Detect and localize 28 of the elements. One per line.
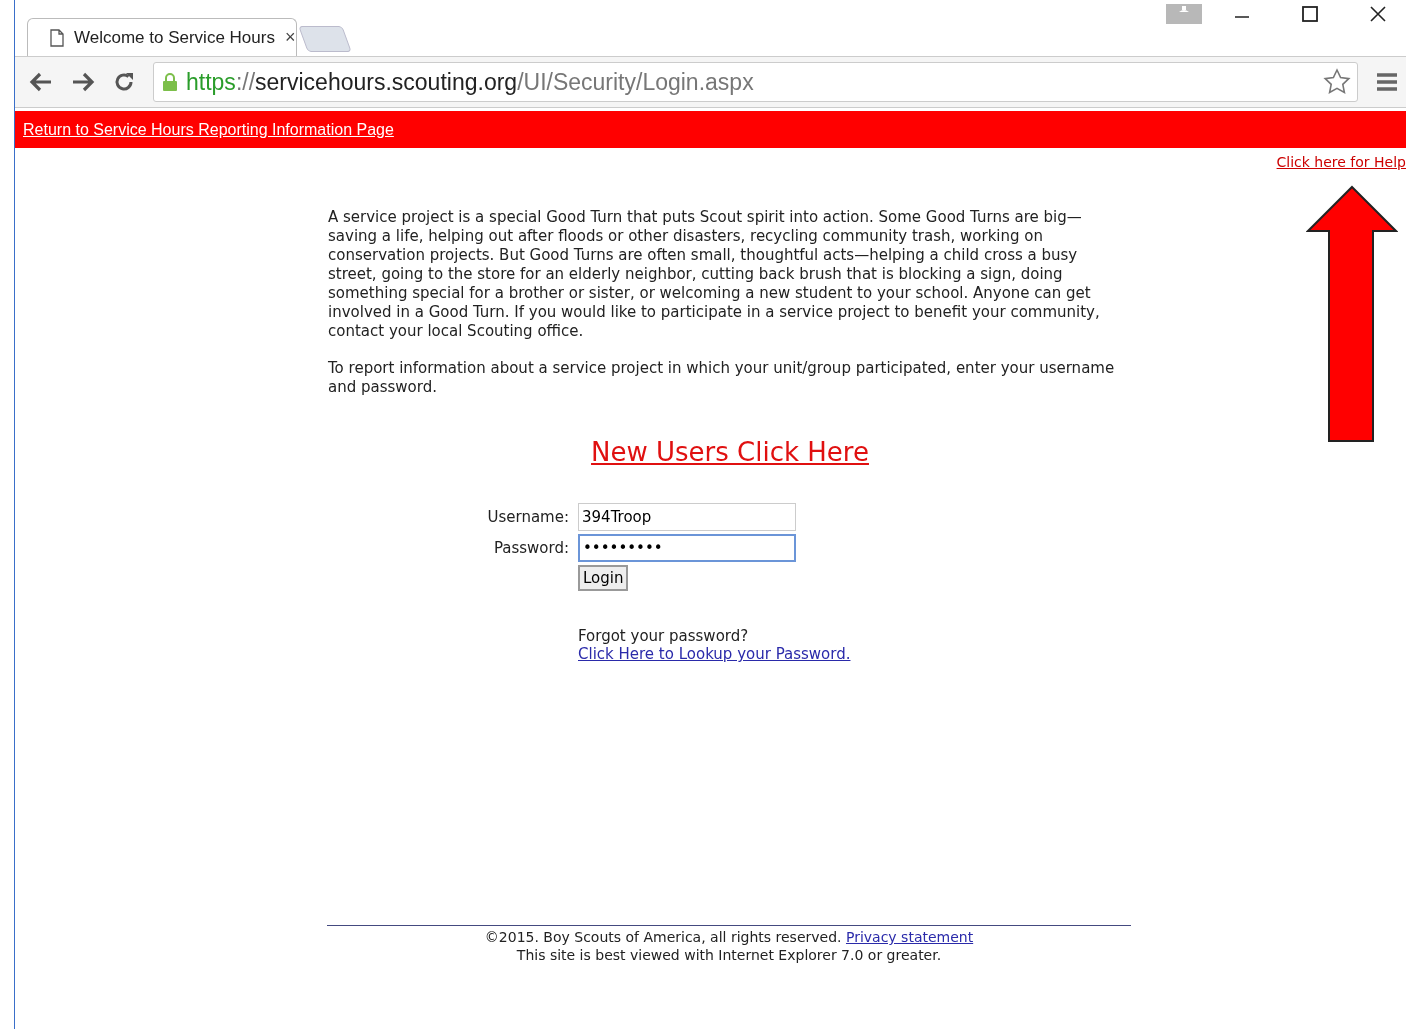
close-icon[interactable] <box>1370 6 1386 22</box>
login-button[interactable]: Login <box>578 565 629 591</box>
field-label: Username: <box>486 508 569 526</box>
field-label: Password: <box>492 539 569 557</box>
intro-paragraph: To report information about a service project in which your unit/group participated, enter your username and password. <box>328 359 1116 397</box>
reload-icon[interactable] <box>113 71 135 93</box>
browser-tab[interactable]: Welcome to Service Hours × <box>27 18 297 56</box>
maximize-icon[interactable] <box>1302 6 1318 22</box>
forward-arrow-icon[interactable] <box>71 72 95 92</box>
forgot-password-text: Forgot your password? <box>578 627 750 645</box>
intro-paragraph: A service project is a special Good Turn that puts Scout spirit into action. Some Good Turns are big—saving a life, helping out after floods or other disasters, recycling community trash, working on conservation projects. But Good Turns are often small, thoughtful acts—helping a child cross a busy street, going to the store for an elderly neighbor, cutting back brush that is blocking a sign, doing something special for a brother or sister, or welcoming a new student to your school. Anyone can get involved in a Good Turn. If you would like to participate in a service project to benefit your community, contact your local Scouting office. <box>328 208 1101 341</box>
document-icon <box>50 28 64 47</box>
input-field[interactable]: 394Troop <box>578 503 796 531</box>
star-icon[interactable] <box>1323 68 1351 96</box>
help-link[interactable]: Click here for Help <box>1276 154 1406 170</box>
menu-icon[interactable] <box>1376 72 1398 92</box>
privacy-link[interactable]: Privacy statement <box>845 929 974 945</box>
input-field[interactable]: ••••••••• <box>578 534 796 562</box>
tab-title: Welcome to Service Hours <box>74 27 275 48</box>
back-arrow-icon[interactable] <box>29 72 53 92</box>
browser-note: This site is best viewed with Internet Explorer 7.0 or greater. <box>515 946 943 964</box>
copyright-text: ©2015. Boy Scouts of America, all rights reserved. <box>484 929 842 945</box>
lock-icon <box>162 72 178 92</box>
address-bar[interactable]: https://servicehours.scouting.org/UI/Security/Login.aspx <box>153 62 1358 102</box>
close-tab-button[interactable]: × <box>284 27 296 48</box>
lookup-password-link[interactable]: Click Here to Lookup your Password. <box>578 645 851 663</box>
return-link[interactable]: Return to Service Hours Reporting Information Page <box>23 120 394 139</box>
new-users-link[interactable]: New Users Click Here <box>591 437 869 467</box>
